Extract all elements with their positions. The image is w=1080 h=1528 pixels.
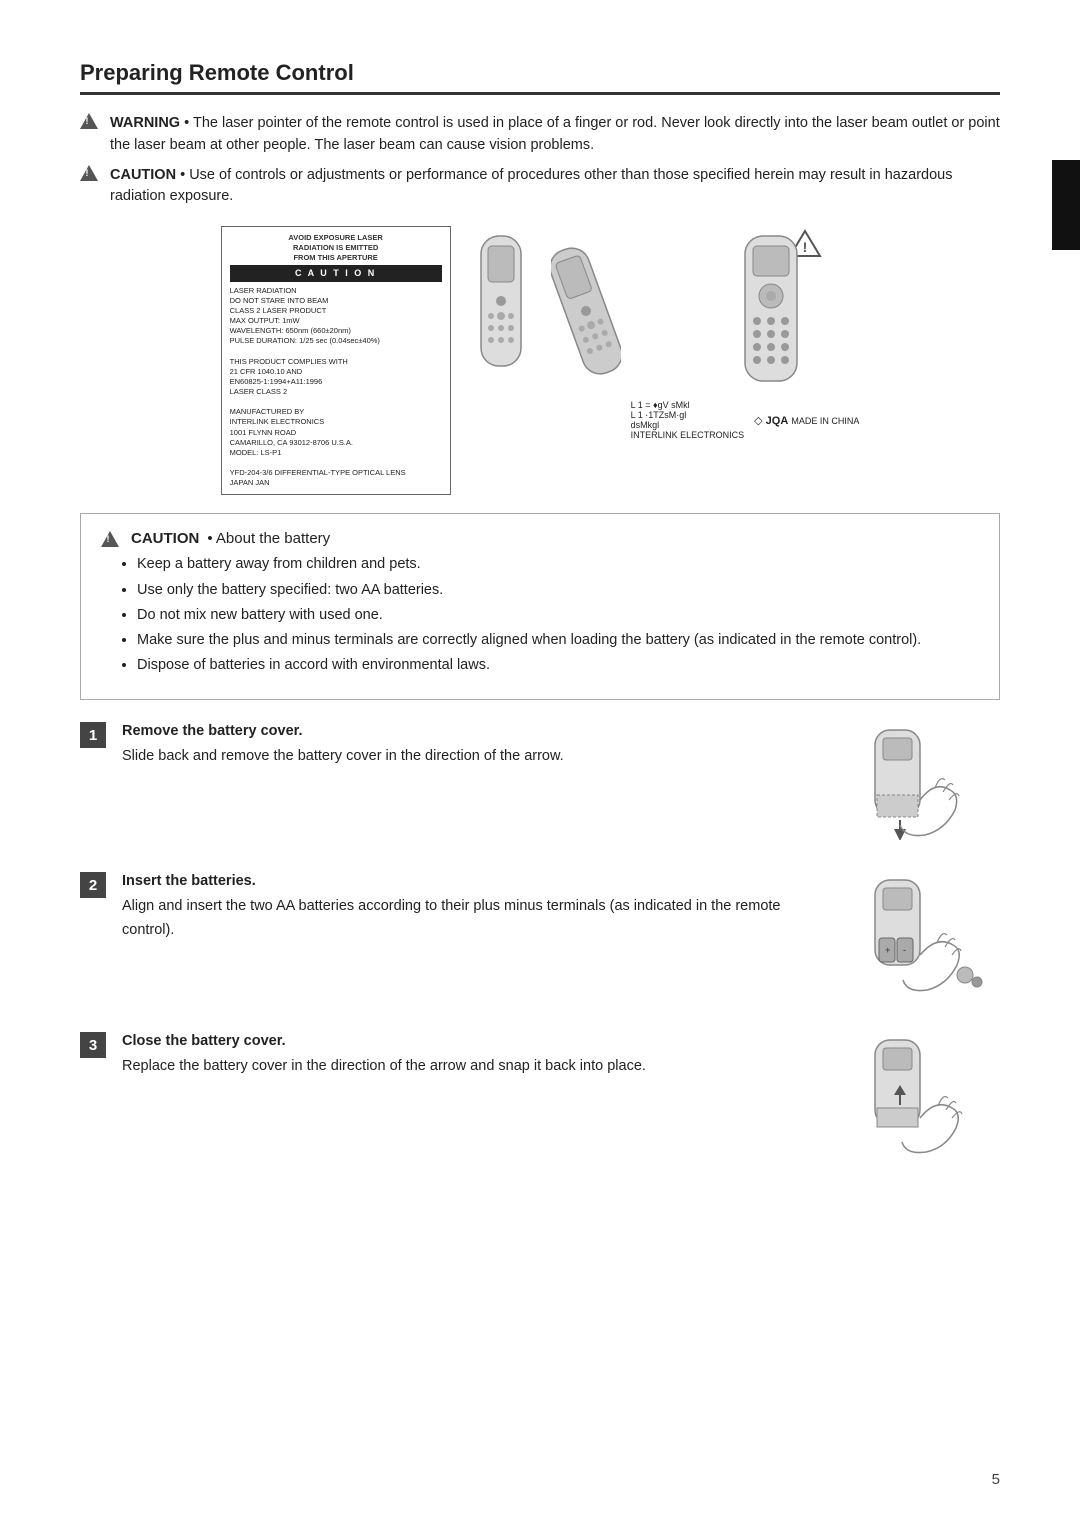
step2-svg: + - xyxy=(845,870,995,1000)
step-2-number: 2 xyxy=(80,872,106,898)
battery-bullet-1: Keep a battery away from children and pe… xyxy=(137,553,979,576)
step-1-row: 1 Remove the battery cover. Slide back a… xyxy=(80,720,1000,840)
caution2-about: • About the battery xyxy=(207,530,330,547)
interlink-text: L 1 = ♦gV sMklL 1 ·1TZsM·gldsMkglINTERLI… xyxy=(631,400,745,440)
step-1-description: Slide back and remove the battery cover … xyxy=(122,745,824,768)
caution-bar: C A U T I O N xyxy=(230,265,442,282)
label-lines: LASER RADIATION DO NOT STARE INTO BEAM C… xyxy=(230,286,442,489)
section-tab xyxy=(1052,160,1080,250)
battery-bullet-4: Make sure the plus and minus terminals a… xyxy=(137,629,979,652)
step-3-row: 3 Close the battery cover. Replace the b… xyxy=(80,1030,1000,1160)
caution1-body: • Use of controls or adjustments or perf… xyxy=(110,167,952,205)
caution2-label: CAUTION xyxy=(131,530,199,547)
caution1-label: CAUTION xyxy=(110,167,176,183)
jqa-row: L 1 = ♦gV sMklL 1 ·1TZsM·gldsMkglINTERLI… xyxy=(631,400,860,440)
svg-text:-: - xyxy=(903,945,906,955)
steps-section: 1 Remove the battery cover. Slide back a… xyxy=(80,720,1000,1160)
page-number: 5 xyxy=(992,1471,1000,1488)
step-3-content: Close the battery cover. Replace the bat… xyxy=(122,1030,824,1080)
warning-text: WARNING • The laser pointer of the remot… xyxy=(110,113,1000,157)
page-title: Preparing Remote Control xyxy=(80,60,1000,95)
label-header: AVOID EXPOSURE LASERRADIATION IS EMITTED… xyxy=(230,233,442,262)
svg-text:+: + xyxy=(885,945,890,955)
warning-label: WARNING xyxy=(110,115,180,131)
remote-tilt-svg xyxy=(551,226,621,396)
step3-svg xyxy=(845,1030,995,1160)
caution1-triangle-icon xyxy=(80,165,98,181)
battery-bullet-2: Use only the battery specified: two AA b… xyxy=(137,579,979,602)
remote-closed-svg xyxy=(461,226,541,386)
step-2-row: 2 Insert the batteries. Align and insert… xyxy=(80,870,1000,1000)
svg-text:!: ! xyxy=(803,239,808,255)
step-3-number: 3 xyxy=(80,1032,106,1058)
step-3-title: Close the battery cover. xyxy=(122,1030,824,1053)
caution1-text: CAUTION • Use of controls or adjustments… xyxy=(110,165,1000,209)
diagram-warning-area: ! xyxy=(631,226,860,440)
jqa-logo: ◇ JQA MADE IN CHINA xyxy=(754,414,859,427)
warning-block: WARNING • The laser pointer of the remot… xyxy=(80,113,1000,157)
step-1-content: Remove the battery cover. Slide back and… xyxy=(122,720,824,770)
step-2-description: Align and insert the two AA batteries ac… xyxy=(122,895,824,941)
battery-bullet-list: Keep a battery away from children and pe… xyxy=(101,553,979,677)
battery-bullet-5: Dispose of batteries in accord with envi… xyxy=(137,654,979,677)
caution2-triangle-icon xyxy=(101,531,119,547)
step-3-image xyxy=(840,1030,1000,1160)
caution2-section: CAUTION • About the battery Keep a batte… xyxy=(80,513,1000,700)
label-box: AVOID EXPOSURE LASERRADIATION IS EMITTED… xyxy=(221,226,451,495)
step-2-title: Insert the batteries. xyxy=(122,870,824,893)
step1-svg xyxy=(845,720,995,840)
step-1-title: Remove the battery cover. xyxy=(122,720,824,743)
step-1-image xyxy=(840,720,1000,840)
remote-big-svg: ! xyxy=(665,226,825,396)
step-2-image: + - xyxy=(840,870,1000,1000)
page-container: Preparing Remote Control WARNING • The l… xyxy=(0,0,1080,1528)
warning-body: • The laser pointer of the remote contro… xyxy=(110,115,1000,153)
caution2-title-row: CAUTION • About the battery xyxy=(101,530,979,547)
step-2-content: Insert the batteries. Align and insert t… xyxy=(122,870,824,944)
warning-triangle-icon xyxy=(80,113,98,129)
step-1-number: 1 xyxy=(80,722,106,748)
caution1-block: CAUTION • Use of controls or adjustments… xyxy=(80,165,1000,209)
step-3-description: Replace the battery cover in the directi… xyxy=(122,1055,824,1078)
diagram-row: AVOID EXPOSURE LASERRADIATION IS EMITTED… xyxy=(80,226,1000,495)
battery-bullet-3: Do not mix new battery with used one. xyxy=(137,604,979,627)
